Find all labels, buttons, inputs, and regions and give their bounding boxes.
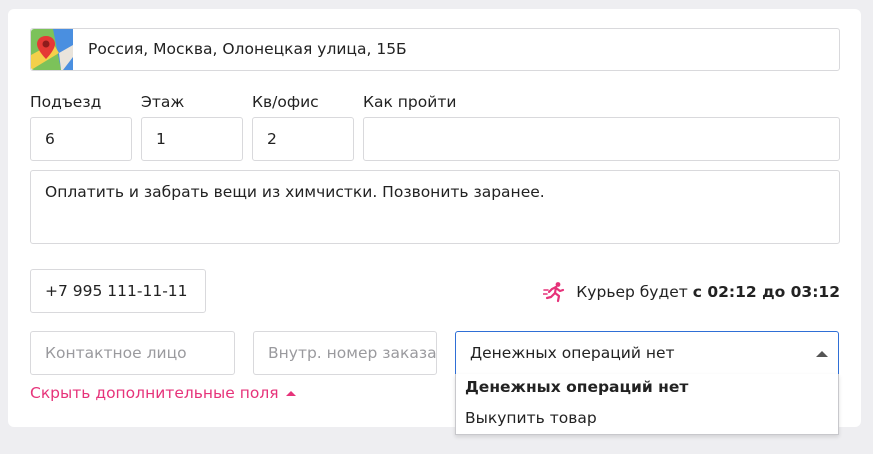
order-number-input[interactable]: Внутр. номер заказа [253,331,437,375]
apartment-value: 2 [267,130,277,148]
map-pin-icon [31,29,73,70]
payment-dropdown-list: Денежных операций нет Выкупить товар [455,374,839,435]
contact-person-input[interactable]: Контактное лицо [30,331,235,375]
courier-eta: Курьер будет с 02:12 до 03:12 [542,281,840,303]
contact-placeholder: Контактное лицо [45,344,187,362]
chevron-up-icon[interactable] [816,351,828,357]
entrance-label: Подъезд [30,93,102,111]
payment-option-no-money[interactable]: Денежных операций нет [465,378,688,396]
entrance-input[interactable]: 6 [30,117,132,161]
payment-select-value: Денежных операций нет [470,344,675,362]
floor-label: Этаж [141,93,185,111]
caret-up-icon [285,390,296,396]
hide-extra-fields-label: Скрыть дополнительные поля [30,384,279,402]
phone-value: +7 995 111-11-11 [45,282,188,300]
hide-extra-fields-link[interactable]: Скрыть дополнительные поля [30,384,296,402]
running-courier-icon [542,281,565,303]
payment-option-buyout[interactable]: Выкупить товар [465,409,597,427]
payment-select[interactable]: Денежных операций нет [455,331,839,375]
how-to-get-input[interactable] [363,117,840,161]
entrance-value: 6 [45,130,55,148]
delivery-form-card: Россия, Москва, Олонецкая улица, 15Б Под… [8,9,861,435]
how-to-get-label: Как пройти [363,93,457,111]
order-number-placeholder: Внутр. номер заказа [268,344,437,362]
comment-value: Оплатить и забрать вещи из химчистки. По… [45,183,545,201]
apartment-label: Кв/офис [252,93,319,111]
phone-input[interactable]: +7 995 111-11-11 [30,269,206,313]
address-field[interactable]: Россия, Москва, Олонецкая улица, 15Б [30,28,840,71]
floor-input[interactable]: 1 [141,117,243,161]
courier-time: с 02:12 до 03:12 [692,283,840,301]
address-value: Россия, Москва, Олонецкая улица, 15Б [88,40,407,58]
floor-value: 1 [156,130,166,148]
apartment-input[interactable]: 2 [252,117,354,161]
comment-textarea[interactable]: Оплатить и забрать вещи из химчистки. По… [30,170,840,244]
courier-prefix: Курьер будет [576,283,688,301]
